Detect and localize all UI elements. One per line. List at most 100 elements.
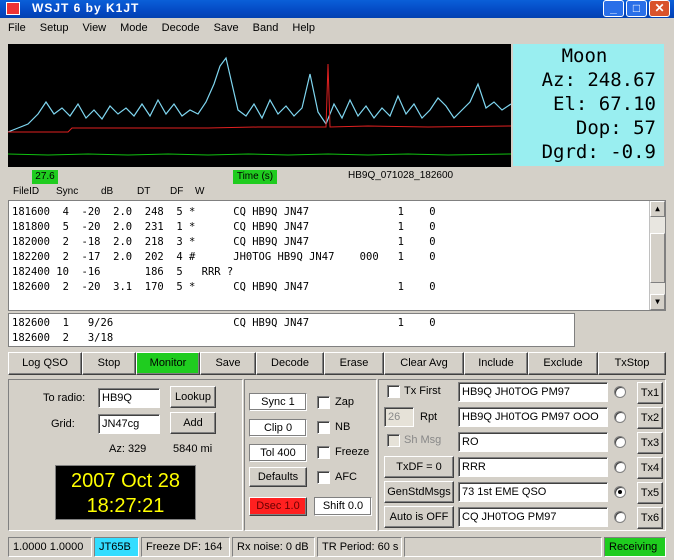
log-qso-button[interactable]: Log QSO <box>8 352 82 375</box>
avg-line: 182600 2 3/18 <box>12 332 114 344</box>
scroll-thumb[interactable] <box>650 233 665 283</box>
txdf-button[interactable]: TxDF = 0 <box>384 456 454 478</box>
zap-label: Zap <box>335 396 354 408</box>
decode-line: 182000 2 -18 2.0 218 3 * CQ HB9Q JN47 1 … <box>12 236 436 248</box>
clock-date: 2007 Oct 28 <box>71 470 180 492</box>
lookup-button[interactable]: Lookup <box>170 386 216 408</box>
azimuth-readout: Az: 329 <box>109 443 147 455</box>
tx6-message[interactable]: CQ JH0TOG PM97 <box>458 507 608 527</box>
tx6-button[interactable]: Tx6 <box>637 507 663 529</box>
tx3-message[interactable]: RO <box>458 432 608 452</box>
tx5-message[interactable]: 73 1st EME QSO <box>458 482 608 502</box>
menu-view[interactable]: View <box>74 20 112 34</box>
decode-line: 182600 2 -20 3.1 170 5 * CQ HB9Q JN47 1 … <box>12 281 436 293</box>
decode-button[interactable]: Decode <box>256 352 324 375</box>
auto-button[interactable]: Auto is OFF <box>384 506 454 528</box>
scroll-up-icon[interactable]: ▲ <box>650 201 665 217</box>
menu-band[interactable]: Band <box>245 20 285 34</box>
tx2-message[interactable]: HB9Q JH0TOG PM97 OOO <box>458 407 608 427</box>
sync-spinner[interactable]: Sync 1 <box>249 393 307 411</box>
menu-mode[interactable]: Mode <box>112 20 154 34</box>
tx1-button[interactable]: Tx1 <box>637 382 663 404</box>
to-radio-label: To radio: <box>43 392 86 404</box>
decode-line: 181600 4 -20 2.0 248 5 * CQ HB9Q JN47 1 … <box>12 206 436 218</box>
hdr-df: DF <box>170 186 184 197</box>
sh-msg-label: Sh Msg <box>404 434 442 446</box>
hdr-w: W <box>195 186 205 197</box>
app-icon <box>6 2 20 15</box>
menu-save[interactable]: Save <box>206 20 245 34</box>
stop-button[interactable]: Stop <box>82 352 136 375</box>
tx4-message[interactable]: RRR <box>458 457 608 477</box>
decode-scrollbar[interactable]: ▲ ▼ <box>649 201 665 310</box>
monitor-button[interactable]: Monitor <box>136 352 200 375</box>
scroll-down-icon[interactable]: ▼ <box>650 294 665 310</box>
erase-button[interactable]: Erase <box>324 352 384 375</box>
spectrum-trace-red <box>8 63 512 133</box>
tx1-message[interactable]: HB9Q JH0TOG PM97 <box>458 382 608 402</box>
tx3-button[interactable]: Tx3 <box>637 432 663 454</box>
spectrum-plot <box>7 56 512 156</box>
tx4-radio[interactable] <box>614 461 626 473</box>
nb-label: NB <box>335 421 351 433</box>
gen-std-msgs-button[interactable]: GenStdMsgs <box>384 481 454 503</box>
tx5-radio[interactable] <box>614 486 626 498</box>
decode-line: 182200 2 -17 2.0 202 4 # JH0TOG HB9Q JN4… <box>12 251 436 263</box>
txstop-button[interactable]: TxStop <box>598 352 666 375</box>
zap-checkbox[interactable] <box>317 396 330 409</box>
tx3-radio[interactable] <box>614 436 626 448</box>
spectrum-graph[interactable] <box>7 44 512 167</box>
tx5-button[interactable]: Tx5 <box>637 482 663 504</box>
tx2-button[interactable]: Tx2 <box>637 407 663 429</box>
tx4-button[interactable]: Tx4 <box>637 457 663 479</box>
title-bar: WSJT 6 by K1JT _ □ ✕ <box>0 0 674 18</box>
status-tr-period: TR Period: 60 s <box>317 537 402 557</box>
spectrum-trace-green <box>7 153 512 156</box>
file-label: HB9Q_071028_182600 <box>348 170 454 181</box>
include-button[interactable]: Include <box>464 352 528 375</box>
moon-dgrd: Dgrd: -0.9 <box>541 141 656 163</box>
decoded-text-area[interactable]: 181600 4 -20 2.0 248 5 * CQ HB9Q JN47 1 … <box>8 200 666 311</box>
to-radio-input[interactable]: HB9Q <box>98 388 160 408</box>
menu-setup[interactable]: Setup <box>32 20 75 34</box>
tx1-radio[interactable] <box>614 386 626 398</box>
maximize-button[interactable]: □ <box>626 0 647 17</box>
sh-msg-checkbox[interactable] <box>387 434 400 447</box>
average-text-area[interactable]: 182600 1 9/26 CQ HB9Q JN47 1 0 182600 2 … <box>8 313 575 347</box>
menu-decode[interactable]: Decode <box>154 20 206 34</box>
tx2-radio[interactable] <box>614 411 626 423</box>
moon-az: Az: 248.67 <box>541 69 656 91</box>
status-ratio: 1.0000 1.0000 <box>8 537 92 557</box>
moon-title: Moon <box>561 45 608 67</box>
grid-input[interactable]: JN47cg <box>98 414 160 434</box>
shift-spinner[interactable]: Shift 0.0 <box>314 497 372 516</box>
clear-avg-button[interactable]: Clear Avg <box>384 352 464 375</box>
freeze-label: Freeze <box>335 446 370 458</box>
decode-line: 182400 10 -16 186 5 RRR ? <box>12 266 234 278</box>
save-button[interactable]: Save <box>200 352 256 375</box>
utc-clock: 2007 Oct 28 18:27:21 <box>55 465 196 520</box>
exclude-button[interactable]: Exclude <box>528 352 598 375</box>
afc-checkbox[interactable] <box>317 471 330 484</box>
decode-line: 181800 5 -20 2.0 231 1 * CQ HB9Q JN47 1 … <box>12 221 436 233</box>
freeze-checkbox[interactable] <box>317 446 330 459</box>
moon-panel: Moon Az: 248.67 El: 67.10 Dop: 57 Dgrd: … <box>513 44 664 166</box>
hdr-fileid: FileID <box>13 186 40 197</box>
defaults-button[interactable]: Defaults <box>249 467 307 487</box>
add-button[interactable]: Add <box>170 412 216 434</box>
close-button[interactable]: ✕ <box>649 0 670 17</box>
menu-file[interactable]: File <box>0 20 32 34</box>
menu-help[interactable]: Help <box>284 20 321 34</box>
dsec-spinner[interactable]: Dsec 1.0 <box>249 497 307 516</box>
nb-checkbox[interactable] <box>317 421 330 434</box>
tx-first-checkbox[interactable] <box>387 385 400 398</box>
rpt-label: Rpt <box>420 411 438 423</box>
rpt-input[interactable]: 26 <box>384 407 414 427</box>
time-label: Time (s) <box>233 170 277 184</box>
tx6-radio[interactable] <box>614 511 626 523</box>
status-state: Receiving <box>604 537 666 557</box>
clip-spinner[interactable]: Clip 0 <box>249 419 307 437</box>
minimize-button[interactable]: _ <box>603 0 624 17</box>
tol-spinner[interactable]: Tol 400 <box>249 444 307 462</box>
tx-first-label: Tx First <box>404 385 441 397</box>
